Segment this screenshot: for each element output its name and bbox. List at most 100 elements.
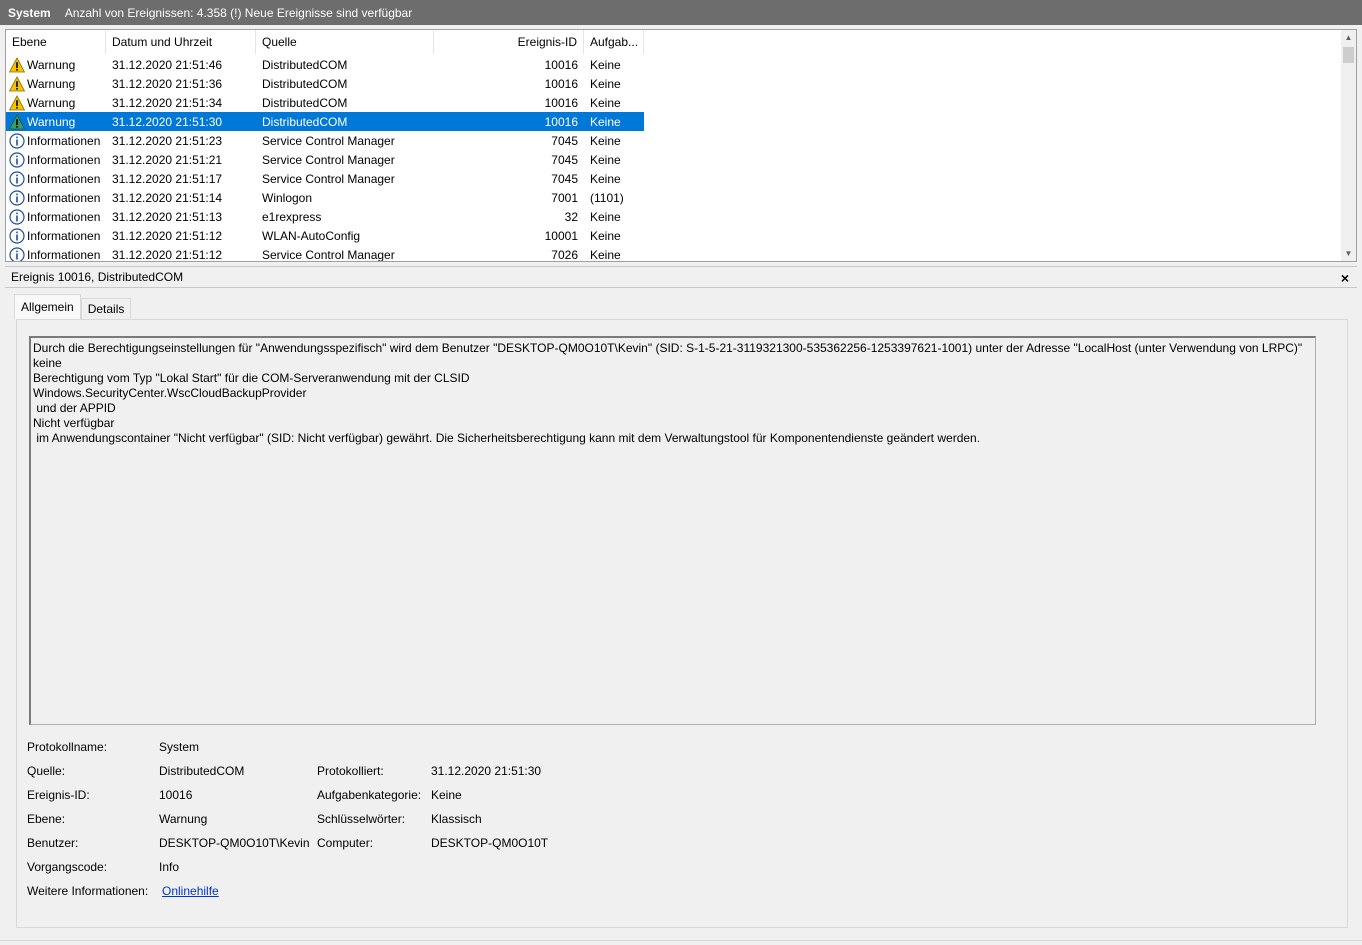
prop-label-user: Benutzer: — [27, 836, 79, 850]
warning-icon — [9, 75, 25, 92]
cell-event-id: 10016 — [544, 114, 578, 129]
row-cells: Informationen 31.12.2020 21:51:17 Service … — [6, 169, 644, 188]
cell-date: 31.12.2020 21:51:14 — [112, 190, 223, 205]
cell-task: (1101) — [590, 190, 624, 205]
cell-level-text: Informationen — [27, 247, 101, 262]
cell-level-text: Warnung — [27, 95, 76, 110]
cell-date: 31.12.2020 21:51:36 — [112, 76, 223, 91]
prop-value-logged: 31.12.2020 21:51:30 — [431, 764, 542, 778]
scroll-up-arrow-icon[interactable]: ▲ — [1341, 30, 1356, 45]
general-panel: Durch die Berechtigungseinstellungen für… — [16, 319, 1348, 928]
warning-icon — [9, 94, 25, 111]
event-rows: Warnung 31.12.2020 21:51:46 DistributedCOM… — [6, 55, 1342, 262]
cell-source: DistributedCOM — [262, 114, 348, 129]
prop-value-keywords: Klassisch — [431, 812, 482, 826]
cell-level: Informationen — [6, 132, 106, 149]
cell-date: 31.12.2020 21:51:12 — [112, 228, 223, 243]
list-scrollbar[interactable]: ▲ ▼ — [1341, 30, 1356, 261]
prop-value-opcode: Info — [159, 860, 180, 874]
cell-event-id: 7001 — [551, 190, 578, 205]
table-row[interactable]: Informationen 31.12.2020 21:51:14 Winlogon… — [6, 188, 1342, 207]
cell-event-id: 10016 — [544, 95, 578, 110]
cell-level: Warnung — [6, 113, 106, 130]
row-cells: Informationen 31.12.2020 21:51:23 Service … — [6, 131, 644, 150]
cell-level: Informationen — [6, 170, 106, 187]
cell-task: Keine — [590, 95, 621, 110]
cell-level-text: Warnung — [27, 114, 76, 129]
cell-event-id: 7026 — [551, 247, 578, 262]
prop-label-level: Ebene: — [27, 812, 66, 826]
scroll-down-arrow-icon[interactable]: ▼ — [1341, 246, 1356, 261]
column-header-event-id[interactable]: Ereignis-ID — [434, 30, 584, 54]
info-icon — [9, 227, 25, 244]
table-row[interactable]: Warnung 31.12.2020 21:51:36 DistributedCOM… — [6, 74, 1342, 93]
cell-level-text: Informationen — [27, 152, 101, 167]
cell-date: 31.12.2020 21:51:30 — [112, 114, 223, 129]
cell-level-text: Informationen — [27, 171, 101, 186]
cell-source: DistributedCOM — [262, 76, 348, 91]
warning-icon — [9, 56, 25, 73]
cell-task: Keine — [590, 247, 621, 262]
detail-tabs: Allgemein Details — [14, 294, 132, 320]
row-cells: Informationen 31.12.2020 21:51:12 Service … — [6, 245, 644, 262]
prop-value-logname: System — [159, 740, 200, 754]
cell-event-id: 32 — [564, 209, 578, 224]
cell-date: 31.12.2020 21:51:17 — [112, 171, 223, 186]
cell-level: Warnung — [6, 75, 106, 92]
cell-date: 31.12.2020 21:51:46 — [112, 57, 223, 72]
online-help-link[interactable]: Onlinehilfe — [162, 884, 219, 898]
cell-level-text: Informationen — [27, 190, 101, 205]
cell-level: Informationen — [6, 227, 106, 244]
status-strip — [0, 940, 1362, 945]
info-icon — [9, 132, 25, 149]
table-row[interactable]: Warnung 31.12.2020 21:51:30 DistributedCOM… — [6, 112, 1342, 131]
cell-source: Service Control Manager — [262, 171, 395, 186]
table-row[interactable]: Informationen 31.12.2020 21:51:21 Service … — [6, 150, 1342, 169]
row-cells: Informationen 31.12.2020 21:51:14 Winlogon… — [6, 188, 644, 207]
cell-source: DistributedCOM — [262, 57, 348, 72]
column-header-date[interactable]: Datum und Uhrzeit — [106, 30, 256, 54]
row-cells: Warnung 31.12.2020 21:51:30 DistributedCOM… — [6, 112, 644, 131]
prop-value-user: DESKTOP-QM0O10T\Kevin — [159, 836, 310, 850]
column-header-source[interactable]: Quelle — [256, 30, 434, 54]
table-row[interactable]: Warnung 31.12.2020 21:51:46 DistributedCOM… — [6, 55, 1342, 74]
table-row[interactable]: Informationen 31.12.2020 21:51:17 Service … — [6, 169, 1342, 188]
cell-source: Winlogon — [262, 190, 313, 205]
cell-source: WLAN-AutoConfig — [262, 228, 361, 243]
prop-label-logname: Protokollname: — [27, 740, 108, 754]
cell-task: Keine — [590, 152, 621, 167]
event-list[interactable]: Ebene Datum und Uhrzeit Quelle Ereignis-… — [5, 29, 1357, 262]
cell-event-id: 7045 — [551, 152, 578, 167]
cell-level: Informationen — [6, 246, 106, 262]
tab-details[interactable]: Details — [80, 298, 132, 319]
prop-label-source: Quelle: — [27, 764, 66, 778]
row-cells: Informationen 31.12.2020 21:51:13 e1rexpre… — [6, 207, 644, 226]
info-icon — [9, 208, 25, 225]
prop-value-source: DistributedCOM — [159, 764, 245, 778]
scrollbar-thumb[interactable] — [1343, 47, 1354, 63]
cell-source: DistributedCOM — [262, 95, 348, 110]
table-row[interactable]: Warnung 31.12.2020 21:51:34 DistributedCOM… — [6, 93, 1342, 112]
prop-label-logged: Protokolliert: — [317, 764, 384, 778]
cell-level: Warnung — [6, 94, 106, 111]
close-icon[interactable]: × — [1341, 270, 1349, 286]
cell-date: 31.12.2020 21:51:21 — [112, 152, 223, 167]
event-count-info: Anzahl von Ereignissen: 4.358 (!) Neue E… — [64, 5, 413, 20]
cell-task: Keine — [590, 114, 621, 129]
detail-title: Ereignis 10016, DistributedCOM — [11, 270, 184, 284]
table-row[interactable]: Informationen 31.12.2020 21:51:23 Service … — [6, 131, 1342, 150]
tab-general[interactable]: Allgemein — [14, 294, 81, 319]
column-header-task[interactable]: Aufgab... — [584, 30, 644, 54]
event-description[interactable]: Durch die Berechtigungseinstellungen für… — [29, 336, 1316, 725]
table-row[interactable]: Informationen 31.12.2020 21:51:12 Service … — [6, 245, 1342, 262]
detail-pane-header: Ereignis 10016, DistributedCOM × — [5, 266, 1357, 288]
cell-source: e1rexpress — [262, 209, 322, 224]
cell-task: Keine — [590, 57, 621, 72]
column-header-level[interactable]: Ebene — [6, 30, 106, 54]
table-row[interactable]: Informationen 31.12.2020 21:51:12 WLAN-Aut… — [6, 226, 1342, 245]
cell-event-id: 10016 — [544, 76, 578, 91]
row-cells: Informationen 31.12.2020 21:51:21 Service … — [6, 150, 644, 169]
cell-source: Service Control Manager — [262, 247, 395, 262]
cell-event-id: 7045 — [551, 171, 578, 186]
table-row[interactable]: Informationen 31.12.2020 21:51:13 e1rexpre… — [6, 207, 1342, 226]
